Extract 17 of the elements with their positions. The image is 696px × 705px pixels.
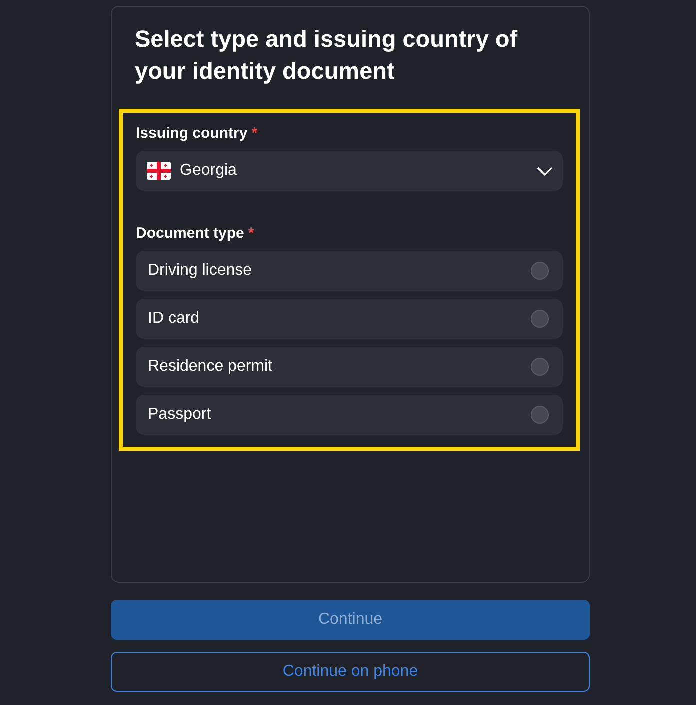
document-type-option[interactable]: Driving license (136, 251, 563, 291)
field-label: Document type (136, 225, 244, 242)
page-title: Select type and issuing country of your identity document (135, 25, 519, 86)
document-type-option[interactable]: Residence permit (136, 347, 563, 387)
country-select[interactable]: Georgia (136, 151, 563, 191)
field-label: Issuing country (136, 125, 248, 142)
radio-button[interactable] (531, 262, 549, 280)
radio-button[interactable] (531, 406, 549, 424)
flag-icon (147, 162, 171, 180)
document-type-option[interactable]: Passport (136, 395, 563, 435)
radio-button[interactable] (531, 310, 549, 328)
radio-button[interactable] (531, 358, 549, 376)
required-mark: * (252, 125, 258, 142)
continue-on-phone-button[interactable]: Continue on phone (111, 652, 590, 692)
document-type-option[interactable]: ID card (136, 299, 563, 339)
chevron-down-icon (537, 166, 553, 176)
required-mark: * (248, 225, 254, 242)
